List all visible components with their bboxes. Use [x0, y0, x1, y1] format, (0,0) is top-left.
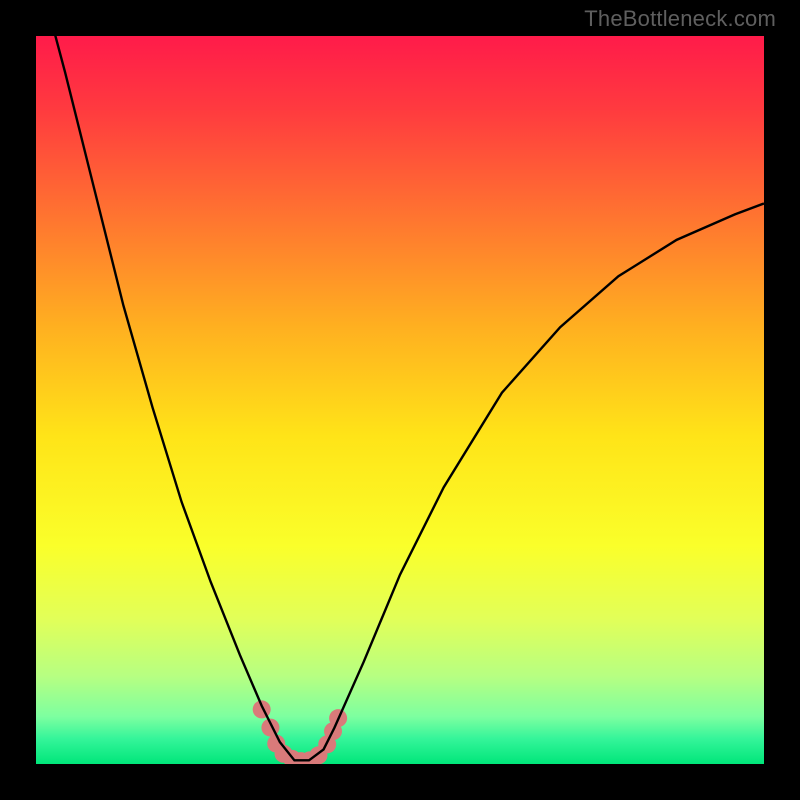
- chart-stage: TheBottleneck.com: [0, 0, 800, 800]
- bottleneck-curve: [36, 36, 764, 760]
- watermark-text: TheBottleneck.com: [584, 6, 776, 32]
- plot-area: [36, 36, 764, 764]
- curve-layer: [36, 36, 764, 764]
